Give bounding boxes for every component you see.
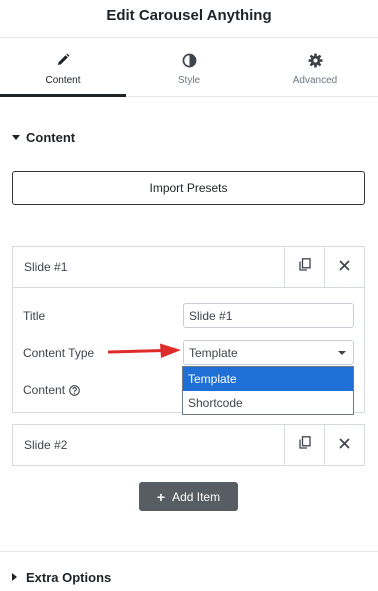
panel-header: Edit Carousel Anything — [0, 0, 378, 38]
add-item-button[interactable]: + Add Item — [139, 482, 238, 511]
close-icon — [339, 436, 350, 454]
add-item-label: Add Item — [172, 489, 221, 504]
dropdown-option-shortcode[interactable]: Shortcode — [183, 391, 353, 415]
caret-down-icon — [12, 134, 20, 140]
divider — [0, 551, 378, 552]
duplicate-button[interactable] — [284, 425, 324, 465]
content-label: Content — [23, 383, 80, 397]
import-presets-button[interactable]: Import Presets — [12, 171, 365, 205]
caret-right-icon — [12, 573, 17, 581]
content-type-dropdown: Template Shortcode — [182, 366, 354, 415]
pencil-icon — [0, 53, 126, 69]
contrast-icon — [126, 53, 252, 69]
content-type-label: Content Type — [23, 346, 95, 360]
help-icon[interactable] — [69, 384, 80, 396]
content-label-text: Content — [23, 383, 66, 397]
tab-style-label: Style — [177, 75, 201, 86]
remove-button[interactable] — [324, 247, 364, 287]
page-title: Edit Carousel Anything — [106, 7, 272, 24]
remove-button[interactable] — [324, 425, 364, 465]
content-section-toggle[interactable]: Content — [12, 128, 75, 146]
annotation-arrow-icon — [108, 343, 181, 358]
tab-content[interactable]: Content — [0, 39, 126, 97]
slide-title: Slide #1 — [24, 260, 68, 274]
slide-item: Slide #2 — [12, 424, 365, 466]
tab-advanced[interactable]: Advanced — [252, 39, 378, 97]
dropdown-option-template[interactable]: Template — [183, 367, 353, 391]
tab-style[interactable]: Style — [126, 39, 252, 97]
panel-tabs: Content Style Advanced — [0, 39, 378, 97]
duplicate-icon — [298, 436, 311, 454]
title-label: Title — [23, 309, 46, 323]
slide-title: Slide #2 — [24, 438, 68, 452]
chevron-down-icon — [338, 351, 346, 355]
extra-options-title: Extra Options — [26, 569, 112, 585]
duplicate-icon — [298, 258, 311, 276]
tab-advanced-label: Advanced — [292, 75, 338, 86]
duplicate-button[interactable] — [284, 247, 324, 287]
content-type-value: Template — [189, 345, 238, 360]
extra-options-toggle[interactable]: Extra Options — [12, 568, 111, 586]
gear-icon — [252, 53, 378, 69]
slide-header[interactable]: Slide #2 — [13, 425, 364, 465]
title-input[interactable]: Slide #1 — [183, 303, 354, 328]
content-section-title: Content — [26, 129, 76, 145]
tab-content-label: Content — [45, 75, 81, 86]
content-type-select[interactable]: Template — [183, 340, 354, 365]
plus-icon: + — [156, 488, 166, 505]
slide-header[interactable]: Slide #1 — [13, 247, 364, 287]
close-icon — [339, 258, 350, 276]
